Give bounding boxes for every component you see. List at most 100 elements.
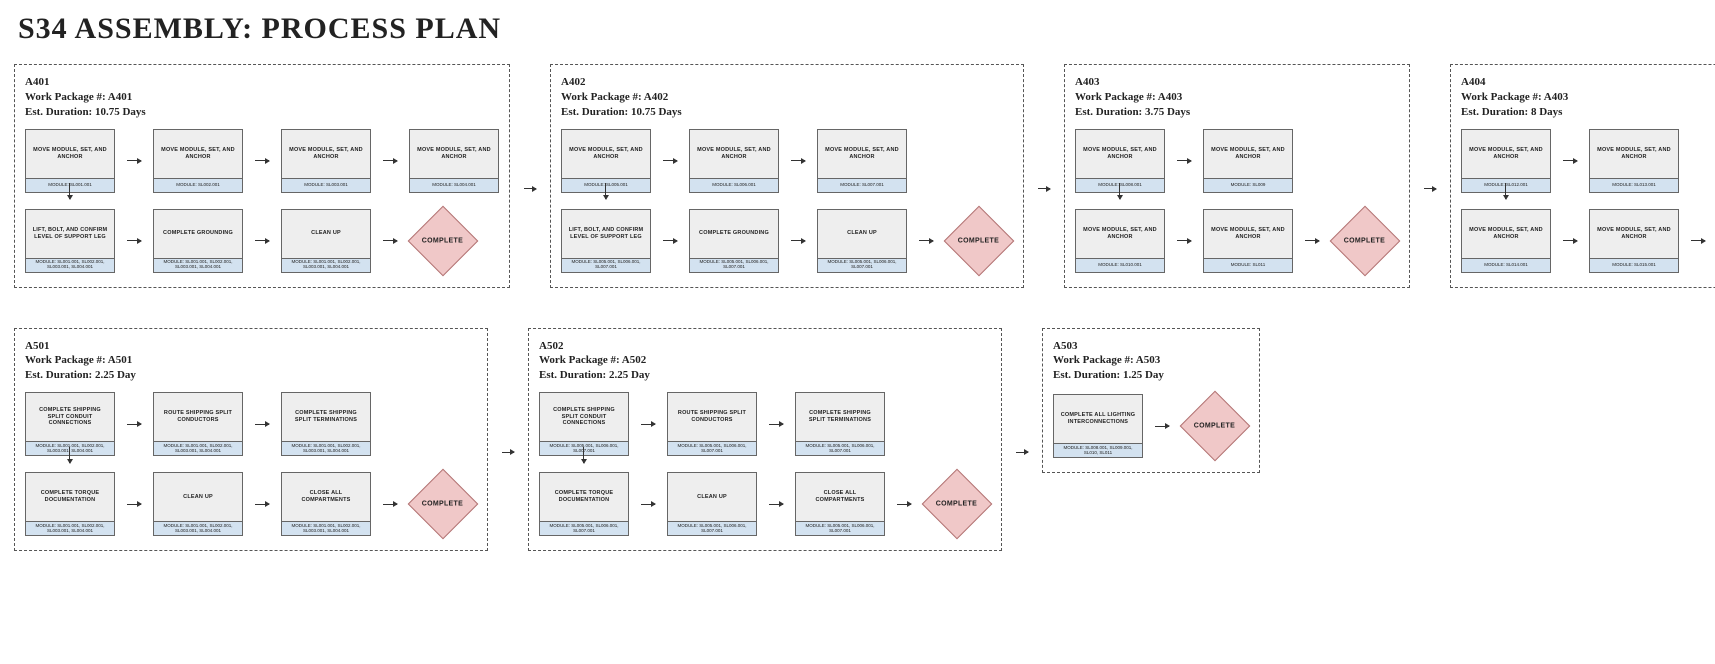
work-package-a403: A403 Work Package #: A403 Est. Duration:… [1064,64,1410,288]
task-label: MOVE MODULE, SET, AND ANCHOR [410,130,498,178]
arrow-right-icon [255,160,269,161]
arrow-right-icon [1691,240,1705,241]
arrow-right-icon [127,504,141,505]
task-label: CLEAN UP [154,473,242,521]
arrow-right-icon [1563,240,1577,241]
package-connector-icon [1016,452,1028,453]
task-label: MOVE MODULE, SET, AND ANCHOR [1076,210,1164,258]
connector-down-icon [1119,183,1120,199]
arrow-right-icon [769,424,783,425]
work-package-a503: A503 Work Package #: A503 Est. Duration:… [1042,328,1260,474]
task-label: MOVE MODULE, SET, AND ANCHOR [1590,210,1678,258]
task-row: LIFT, BOLT, AND CONFIRM LEVEL OF SUPPORT… [25,207,499,275]
task-module: MODULE: SL001.001, SL002.001, SL003.001,… [26,521,114,535]
arrow-right-icon [641,424,655,425]
task-module: MODULE: SL001.001, SL002.001, SL003.001,… [282,441,370,455]
task-module: MODULE: SL008.001 [1076,178,1164,192]
task-module: MODULE: SL005.001, SL006.001, SL007.001 [690,258,778,272]
task-label: COMPLETE TORQUE DOCUMENTATION [26,473,114,521]
package-connector-icon [1424,188,1436,189]
task-module: MODULE: SL005.001, SL006.001, SL007.001 [668,441,756,455]
complete-label: COMPLETE [1194,423,1235,430]
task-row: COMPLETE SHIPPING SPLIT CONDUIT CONNECTI… [25,392,477,456]
package-connector-icon [1038,188,1050,189]
task-box: MOVE MODULE, SET, AND ANCHORMODULE: SL01… [1461,209,1551,273]
task-box: COMPLETE SHIPPING SPLIT CONDUIT CONNECTI… [539,392,629,456]
arrow-right-icon [791,240,805,241]
arrow-right-icon [641,504,655,505]
package-header: A403 Work Package #: A403 Est. Duration:… [1075,75,1399,120]
task-module: MODULE: SL005.001, SL006.001, SL007.001 [796,441,884,455]
connector-down-icon [583,447,584,463]
arrow-right-icon [127,240,141,241]
task-label: ROUTE SHIPPING SPLIT CONDUCTORS [154,393,242,441]
task-row: LIFT, BOLT, AND CONFIRM LEVEL OF SUPPORT… [561,207,1013,275]
arrow-right-icon [1155,426,1169,427]
task-box: MOVE MODULE, SET, AND ANCHORMODULE: SL00… [689,129,779,193]
task-row: MOVE MODULE, SET, AND ANCHORMODULE: SL01… [1075,207,1399,275]
task-label: ROUTE SHIPPING SPLIT CONDUCTORS [668,393,756,441]
task-label: MOVE MODULE, SET, AND ANCHOR [690,130,778,178]
task-module: MODULE: SL002.001 [154,178,242,192]
connector-down-icon [1505,183,1506,199]
work-package-a402: A402 Work Package #: A402 Est. Duration:… [550,64,1024,288]
task-label: COMPLETE ALL LIGHTING INTERCONNECTIONS [1054,395,1142,443]
arrow-right-icon [1177,160,1191,161]
arrow-right-icon [255,240,269,241]
task-box: COMPLETE GROUNDINGMODULE: SL001.001, SL0… [153,209,243,273]
complete-label: COMPLETE [422,501,463,508]
task-label: CLOSE ALL COMPARTMENTS [282,473,370,521]
task-label: COMPLETE SHIPPING SPLIT CONDUIT CONNECTI… [26,393,114,441]
task-box: MOVE MODULE, SET, AND ANCHORMODULE: SL01… [1203,209,1293,273]
task-box: ROUTE SHIPPING SPLIT CONDUCTORSMODULE: S… [667,392,757,456]
task-module: MODULE: SL005.001, SL006.001, SL007.001 [540,521,628,535]
arrow-right-icon [383,240,397,241]
row-1: A401 Work Package #: A401 Est. Duration:… [14,64,1701,288]
task-module: MODULE: SL001.001, SL002.001, SL003.001,… [154,441,242,455]
arrow-right-icon [1563,160,1577,161]
task-box: LIFT, BOLT, AND CONFIRM LEVEL OF SUPPORT… [25,209,115,273]
connector-down-icon [605,183,606,199]
task-box: MOVE MODULE, SET, AND ANCHORMODULE: SL01… [1589,209,1679,273]
package-header: A402 Work Package #: A402 Est. Duration:… [561,75,1013,120]
complete-diamond: COMPLETE [409,207,477,275]
task-module: MODULE: SL005.001, SL006.001, SL007.001 [818,258,906,272]
task-label: MOVE MODULE, SET, AND ANCHOR [154,130,242,178]
arrow-right-icon [127,424,141,425]
task-module: MODULE: SL009 [1204,178,1292,192]
complete-label: COMPLETE [958,237,999,244]
task-box: CLEAN UPMODULE: SL005.001, SL006.001, SL… [667,472,757,536]
task-label: LIFT, BOLT, AND CONFIRM LEVEL OF SUPPORT… [26,210,114,258]
task-row: COMPLETE TORQUE DOCUMENTATIONMODULE: SL0… [539,470,991,538]
task-label: LIFT, BOLT, AND CONFIRM LEVEL OF SUPPORT… [562,210,650,258]
task-module: MODULE: SL003.001 [282,178,370,192]
task-box: MOVE MODULE, SET, AND ANCHORMODULE: SL00… [1203,129,1293,193]
task-box: COMPLETE GROUNDINGMODULE: SL005.001, SL0… [689,209,779,273]
task-box: MOVE MODULE, SET, AND ANCHORMODULE: SL01… [1461,129,1551,193]
task-label: CLOSE ALL COMPARTMENTS [796,473,884,521]
task-box: LIFT, BOLT, AND CONFIRM LEVEL OF SUPPORT… [561,209,651,273]
task-module: MODULE: SL012.001 [1462,178,1550,192]
arrow-right-icon [663,160,677,161]
arrow-right-icon [383,504,397,505]
task-box: CLEAN UPMODULE: SL001.001, SL002.001, SL… [281,209,371,273]
package-header: A503 Work Package #: A503 Est. Duration:… [1053,339,1249,384]
task-module: MODULE: SL004.001 [410,178,498,192]
arrow-right-icon [897,504,911,505]
task-label: MOVE MODULE, SET, AND ANCHOR [26,130,114,178]
task-label: MOVE MODULE, SET, AND ANCHOR [1204,210,1292,258]
task-label: MOVE MODULE, SET, AND ANCHOR [1076,130,1164,178]
task-box: MOVE MODULE, SET, AND ANCHORMODULE: SL00… [561,129,651,193]
task-module: MODULE: SL008.001, SL009.001, SL010, SL0… [1054,443,1142,457]
page-title: S34 ASSEMBLY: PROCESS PLAN [18,12,1701,46]
complete-diamond: COMPLETE [1181,392,1249,460]
task-module: MODULE: SL005.001 [562,178,650,192]
task-box: COMPLETE SHIPPING SPLIT TERMINATIONSMODU… [281,392,371,456]
task-box: MOVE MODULE, SET, AND ANCHORMODULE: SL00… [817,129,907,193]
task-box: COMPLETE SHIPPING SPLIT TERMINATIONSMODU… [795,392,885,456]
arrow-right-icon [1177,240,1191,241]
task-module: MODULE: SL006.001 [690,178,778,192]
task-module: MODULE: SL005.001, SL006.001, SL007.001 [540,441,628,455]
connector-down-icon [69,183,70,199]
task-label: COMPLETE SHIPPING SPLIT TERMINATIONS [282,393,370,441]
